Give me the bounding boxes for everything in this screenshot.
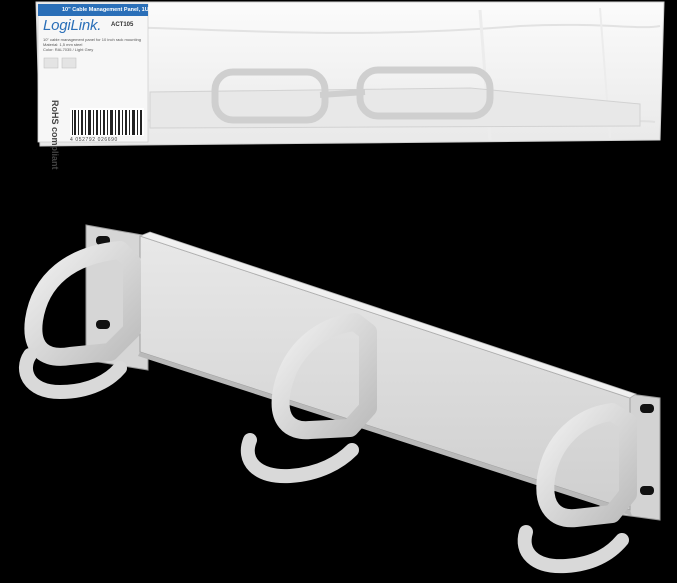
barcode-number: 4 052792 026690 [70,137,118,143]
right-mount-hole-top [640,404,654,413]
product-illustration [19,1,665,574]
left-mount-hole-bottom [96,320,110,329]
cable-management-panel [19,224,661,574]
brand-logo-text: LogiLink. [43,17,102,34]
product-photo: 10" Cable Management Panel, 1U LogiLink.… [0,0,677,578]
label-title: 10" Cable Management Panel, 1U [62,7,149,13]
label-desc-line: Color: RAL7035 / Light Grey [43,47,94,52]
label-description: 10" cable management panel for 10 inch r… [43,37,141,52]
label-icon [43,57,59,69]
model-number: ACT105 [111,22,134,28]
rohs-mark: RoHS compliant [50,100,60,170]
barcode [70,108,144,136]
right-mount-hole-bottom [640,486,654,495]
label-icon [61,57,77,69]
